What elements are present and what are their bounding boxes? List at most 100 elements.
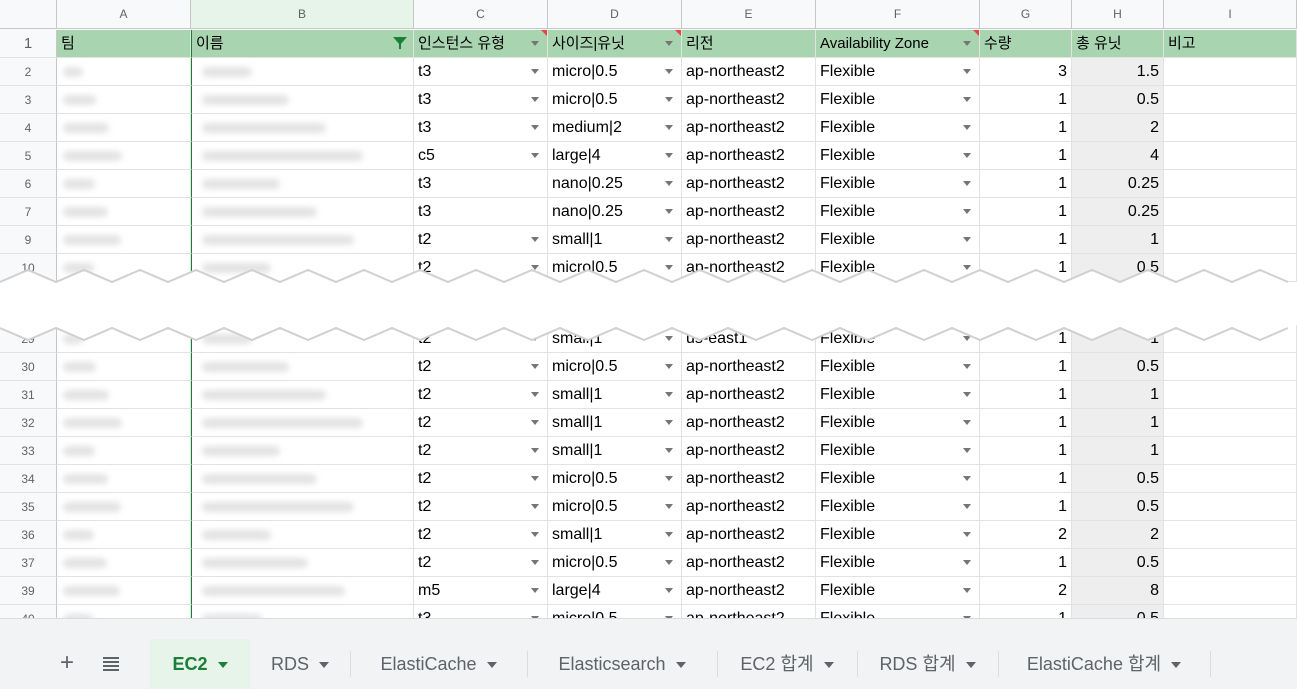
tab-rds-합계[interactable]: RDS 합계 (857, 639, 998, 689)
cell-quantity[interactable]: 1 (980, 142, 1072, 170)
cell-availability-zone[interactable]: Flexible (816, 114, 980, 142)
cell-team[interactable] (57, 58, 191, 86)
dropdown-arrow-icon[interactable] (531, 237, 539, 242)
header-team[interactable]: 팀 (57, 30, 191, 58)
dropdown-arrow-icon[interactable] (963, 153, 971, 158)
dropdown-arrow-icon[interactable] (963, 392, 971, 397)
dropdown-arrow-icon[interactable] (665, 125, 673, 130)
cell-notes[interactable] (1164, 114, 1297, 142)
cell-quantity[interactable]: 1 (980, 409, 1072, 437)
cell-name[interactable] (191, 465, 414, 493)
cell-quantity[interactable]: 1 (980, 381, 1072, 409)
cell-name[interactable] (191, 549, 414, 577)
cell-availability-zone[interactable]: Flexible (816, 198, 980, 226)
dropdown-arrow-icon[interactable] (665, 420, 673, 425)
cell-team[interactable] (57, 465, 191, 493)
row-number[interactable]: 7 (0, 198, 57, 226)
cell-notes[interactable] (1164, 353, 1297, 381)
row-number[interactable]: 31 (0, 381, 57, 409)
column-header-f[interactable]: F (816, 0, 980, 29)
cell-total-units[interactable]: 0.25 (1072, 198, 1164, 226)
cell-availability-zone[interactable]: Flexible (816, 142, 980, 170)
tab-elasticsearch[interactable]: Elasticsearch (527, 639, 717, 689)
column-header-d[interactable]: D (548, 0, 682, 29)
dropdown-arrow-icon[interactable] (531, 532, 539, 537)
tab-menu-arrow-icon[interactable] (486, 662, 497, 669)
cell-region[interactable]: ap-northeast2 (682, 58, 816, 86)
dropdown-arrow-icon[interactable] (963, 41, 971, 46)
row-number[interactable]: 1 (0, 30, 57, 58)
cell-availability-zone[interactable]: Flexible (816, 437, 980, 465)
cell-total-units[interactable]: 0.25 (1072, 170, 1164, 198)
dropdown-arrow-icon[interactable] (531, 420, 539, 425)
cell-instance-type[interactable]: t2 (414, 226, 548, 254)
cell-quantity[interactable]: 1 (980, 549, 1072, 577)
cell-region[interactable]: ap-northeast2 (682, 142, 816, 170)
dropdown-arrow-icon[interactable] (665, 560, 673, 565)
cell-availability-zone[interactable]: Flexible (816, 521, 980, 549)
cell-quantity[interactable]: 2 (980, 521, 1072, 549)
cell-size-unit[interactable]: micro|0.5 (548, 353, 682, 381)
cell-notes[interactable] (1164, 86, 1297, 114)
cell-instance-type[interactable]: t2 (414, 465, 548, 493)
cell-name[interactable] (191, 114, 414, 142)
dropdown-arrow-icon[interactable] (963, 209, 971, 214)
cell-team[interactable] (57, 170, 191, 198)
cell-availability-zone[interactable]: Flexible (816, 226, 980, 254)
plus-icon[interactable]: + (60, 651, 74, 675)
dropdown-arrow-icon[interactable] (963, 237, 971, 242)
cell-size-unit[interactable]: small|1 (548, 409, 682, 437)
dropdown-arrow-icon[interactable] (963, 504, 971, 509)
sheet-list-icon[interactable] (103, 657, 119, 671)
tab-elasticache-합계[interactable]: ElastiCache 합계 (998, 639, 1210, 689)
tab-menu-arrow-icon[interactable] (965, 662, 976, 669)
cell-team[interactable] (57, 437, 191, 465)
header-total-units[interactable]: 총 유닛 (1072, 30, 1164, 58)
cell-total-units[interactable]: 2 (1072, 521, 1164, 549)
row-number[interactable]: 35 (0, 493, 57, 521)
cell-instance-type[interactable]: t3 (414, 198, 548, 226)
column-header-h[interactable]: H (1072, 0, 1164, 29)
row-number[interactable]: 34 (0, 465, 57, 493)
cell-team[interactable] (57, 549, 191, 577)
cell-quantity[interactable]: 1 (980, 437, 1072, 465)
dropdown-arrow-icon[interactable] (531, 364, 539, 369)
dropdown-arrow-icon[interactable] (665, 476, 673, 481)
cell-region[interactable]: ap-northeast2 (682, 198, 816, 226)
cell-size-unit[interactable]: medium|2 (548, 114, 682, 142)
cell-name[interactable] (191, 381, 414, 409)
cell-region[interactable]: ap-northeast2 (682, 226, 816, 254)
cell-name[interactable] (191, 493, 414, 521)
cell-name[interactable] (191, 170, 414, 198)
cell-size-unit[interactable]: micro|0.5 (548, 86, 682, 114)
column-header-i[interactable]: I (1164, 0, 1297, 29)
cell-team[interactable] (57, 493, 191, 521)
cell-team[interactable] (57, 142, 191, 170)
cell-notes[interactable] (1164, 549, 1297, 577)
cell-size-unit[interactable]: large|4 (548, 577, 682, 605)
cell-quantity[interactable]: 1 (980, 353, 1072, 381)
cell-size-unit[interactable]: micro|0.5 (548, 549, 682, 577)
column-header-b[interactable]: B (191, 0, 414, 29)
cell-size-unit[interactable]: micro|0.5 (548, 493, 682, 521)
cell-notes[interactable] (1164, 465, 1297, 493)
cell-total-units[interactable]: 0.5 (1072, 353, 1164, 381)
cell-region[interactable]: ap-northeast2 (682, 521, 816, 549)
cell-instance-type[interactable]: m5 (414, 577, 548, 605)
cell-total-units[interactable]: 0.5 (1072, 549, 1164, 577)
cell-quantity[interactable]: 2 (980, 577, 1072, 605)
cell-notes[interactable] (1164, 409, 1297, 437)
dropdown-arrow-icon[interactable] (963, 588, 971, 593)
cell-availability-zone[interactable]: Flexible (816, 353, 980, 381)
tab-menu-arrow-icon[interactable] (823, 662, 834, 669)
cell-instance-type[interactable]: t3 (414, 86, 548, 114)
tab-elasticache[interactable]: ElastiCache (350, 639, 527, 689)
cell-name[interactable] (191, 521, 414, 549)
cell-availability-zone[interactable]: Flexible (816, 409, 980, 437)
row-number[interactable]: 6 (0, 170, 57, 198)
dropdown-arrow-icon[interactable] (665, 392, 673, 397)
cell-total-units[interactable]: 0.5 (1072, 465, 1164, 493)
dropdown-arrow-icon[interactable] (963, 97, 971, 102)
cell-team[interactable] (57, 86, 191, 114)
cell-total-units[interactable]: 1 (1072, 409, 1164, 437)
